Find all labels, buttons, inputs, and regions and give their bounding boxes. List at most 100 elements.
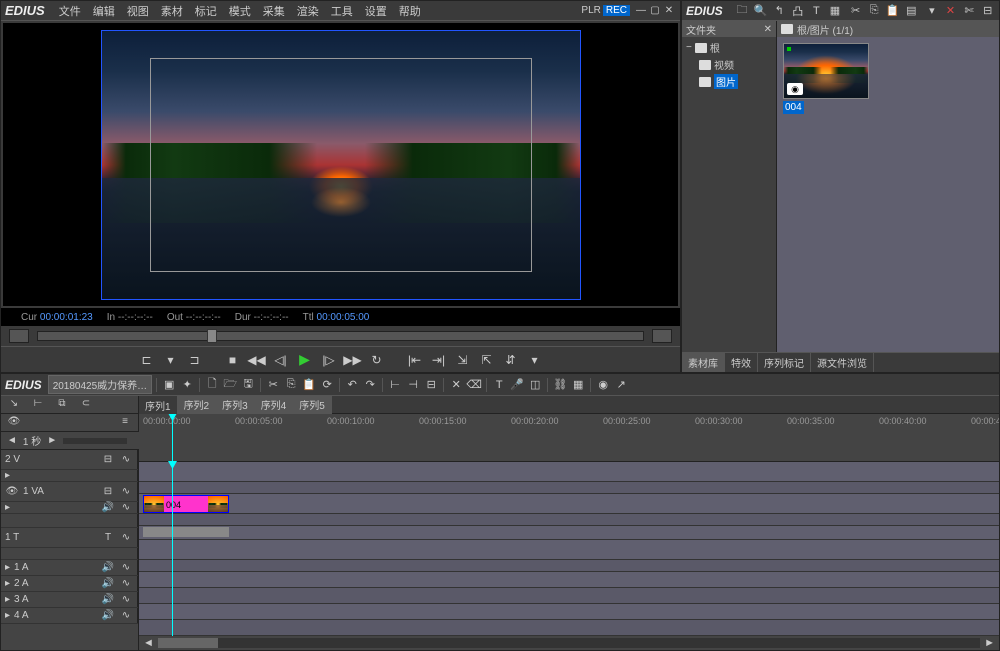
timeline-clip[interactable]: 004 xyxy=(143,495,229,513)
fx-icon[interactable]: ∿ xyxy=(119,454,133,465)
split-icon[interactable]: ⊢ xyxy=(387,377,403,393)
menu-clip[interactable]: 素材 xyxy=(155,1,189,21)
tab-bin[interactable]: 素材库 xyxy=(682,353,725,372)
maximize-icon[interactable]: ▢ xyxy=(648,4,662,18)
preview-monitor[interactable] xyxy=(3,23,678,306)
up-icon[interactable]: ↰ xyxy=(772,3,787,19)
mode-link-icon[interactable]: ⧉ xyxy=(53,398,71,412)
timeline-ruler[interactable]: 00:00:00:00 00:00:05:00 00:00:10:00 00:0… xyxy=(139,414,999,462)
trim-icon[interactable]: ⊟ xyxy=(423,377,439,393)
position-slider[interactable] xyxy=(1,326,680,346)
tab-seq-marker[interactable]: 序列标记 xyxy=(758,353,811,372)
seq-tab-5[interactable]: 序列5 xyxy=(293,396,332,414)
fast-forward-icon[interactable]: ▶▶ xyxy=(344,351,362,369)
ripple-delete-icon[interactable]: ⌫ xyxy=(466,377,482,393)
tree-item-video[interactable]: 视频 xyxy=(686,56,772,73)
lane-1va[interactable]: 004 xyxy=(139,494,999,513)
next-frame-icon[interactable]: |▷ xyxy=(320,351,338,369)
mark-frame-icon[interactable]: ▾ xyxy=(162,351,180,369)
stop-icon[interactable]: ■ xyxy=(224,351,242,369)
replace-icon[interactable]: ⇵ xyxy=(502,351,520,369)
track-label-1a[interactable]: ▸1 A🔊∿ xyxy=(1,560,138,575)
ripple-icon[interactable]: ⊣ xyxy=(405,377,421,393)
speaker-icon[interactable]: 🔊 xyxy=(101,594,115,605)
video-patch-icon[interactable]: ⊟ xyxy=(101,486,115,497)
lane-4a[interactable] xyxy=(139,620,999,635)
scroll-right-icon[interactable]: ► xyxy=(984,637,995,649)
search-icon[interactable]: 🔍 xyxy=(753,3,768,19)
export-icon[interactable]: ↗ xyxy=(613,377,629,393)
mode-normal-icon[interactable]: ↘ xyxy=(5,398,23,412)
wand-icon[interactable]: ✦ xyxy=(179,377,195,393)
color-icon[interactable]: ▦ xyxy=(828,3,843,19)
camera-icon[interactable]: ▣ xyxy=(161,377,177,393)
seq-tab-4[interactable]: 序列4 xyxy=(255,396,294,414)
speaker-icon[interactable]: 🔊 xyxy=(101,562,115,573)
track-label-2v[interactable]: 2 V ⊟ ∿ xyxy=(1,450,138,469)
rewind-icon[interactable]: ◀◀ xyxy=(248,351,266,369)
track-label-2a[interactable]: ▸2 A🔊∿ xyxy=(1,576,138,591)
mixer-icon[interactable]: ◫ xyxy=(527,377,543,393)
seq-tab-3[interactable]: 序列3 xyxy=(216,396,255,414)
title-icon[interactable]: T xyxy=(491,377,507,393)
audio-waveform[interactable] xyxy=(143,527,229,537)
speaker-icon[interactable]: 🔊 xyxy=(101,610,115,621)
tab-effects[interactable]: 特效 xyxy=(725,353,758,372)
tree-root[interactable]: − 根 xyxy=(686,39,772,56)
link-icon[interactable]: ⛓ xyxy=(552,377,568,393)
slider-thumb[interactable] xyxy=(207,329,217,343)
project-name-dropdown[interactable]: 20180425威力保养… xyxy=(48,375,153,394)
menu-marker[interactable]: 标记 xyxy=(189,1,223,21)
speaker-icon[interactable]: 🔊 xyxy=(101,578,115,589)
redo-icon[interactable]: ↷ xyxy=(362,377,378,393)
tc-out-value[interactable]: --:--:--:-- xyxy=(186,312,221,323)
play-icon[interactable]: ▶ xyxy=(296,351,314,369)
tab-source-browser[interactable]: 源文件浏览 xyxy=(811,353,874,372)
tc-ttl-value[interactable]: 00:00:05:00 xyxy=(317,312,370,323)
mark-out-icon[interactable]: ⊐ xyxy=(186,351,204,369)
tl-paste-icon[interactable]: 📋 xyxy=(301,377,317,393)
title-patch-icon[interactable]: T xyxy=(101,532,115,543)
seq-tab-2[interactable]: 序列2 xyxy=(178,396,217,414)
cut-icon[interactable]: ✂ xyxy=(848,3,863,19)
timeline-content[interactable]: 序列1 序列2 序列3 序列4 序列5 00:00:00:00 00:00:05… xyxy=(139,396,999,650)
prev-edit-icon[interactable]: |⇤ xyxy=(406,351,424,369)
fx-icon[interactable]: ∿ xyxy=(119,486,133,497)
menu-help[interactable]: 帮助 xyxy=(393,1,427,21)
mark-in-icon[interactable]: ⊏ xyxy=(138,351,156,369)
slider-left-icon[interactable] xyxy=(9,329,29,343)
lane-2v[interactable] xyxy=(139,462,999,481)
dropdown-icon[interactable]: ▾ xyxy=(526,351,544,369)
tc-dur-value[interactable]: --:--:--:-- xyxy=(254,312,289,323)
tc-in-value[interactable]: --:--:--:-- xyxy=(118,312,153,323)
tree-close-icon[interactable]: ✕ xyxy=(764,24,772,35)
tl-cut-icon[interactable]: ✂ xyxy=(265,377,281,393)
save-icon[interactable]: 🖫 xyxy=(240,377,256,393)
text-icon[interactable]: T xyxy=(809,3,824,19)
speaker-icon[interactable]: 🔊 xyxy=(101,502,115,513)
delete-icon[interactable]: ✕ xyxy=(448,377,464,393)
audio-icon[interactable]: 🎤 xyxy=(509,377,525,393)
copy-icon[interactable]: ⎘ xyxy=(867,3,882,19)
view-icon[interactable]: ▾ xyxy=(925,3,940,19)
props-icon[interactable]: ▤ xyxy=(904,3,919,19)
track-label-1t[interactable]: 1 T T ∿ xyxy=(1,528,138,547)
menu-capture[interactable]: 采集 xyxy=(257,1,291,21)
eye-icon[interactable]: 👁 xyxy=(5,486,19,497)
next-edit-icon[interactable]: ⇥| xyxy=(430,351,448,369)
undo-icon[interactable]: ↶ xyxy=(344,377,360,393)
tl-copy-icon[interactable]: ⎘ xyxy=(283,377,299,393)
prev-frame-icon[interactable]: ◁| xyxy=(272,351,290,369)
tool-icon[interactable]: ✄ xyxy=(962,3,977,19)
folder-icon[interactable]: 🗀 xyxy=(735,3,750,19)
lane-1t[interactable] xyxy=(139,540,999,559)
seq-tab-1[interactable]: 序列1 xyxy=(139,396,178,415)
scroll-left-icon[interactable]: ◄ xyxy=(143,637,154,649)
playhead-line[interactable] xyxy=(172,462,173,636)
overwrite-icon[interactable]: ⇱ xyxy=(478,351,496,369)
bin-clip-label[interactable]: 004 xyxy=(783,101,804,114)
close-icon[interactable]: ✕ xyxy=(662,4,676,18)
menu-file[interactable]: 文件 xyxy=(53,1,87,21)
mode-plr-label[interactable]: PLR xyxy=(581,5,600,16)
delete-bin-icon[interactable]: ✕ xyxy=(943,3,958,19)
